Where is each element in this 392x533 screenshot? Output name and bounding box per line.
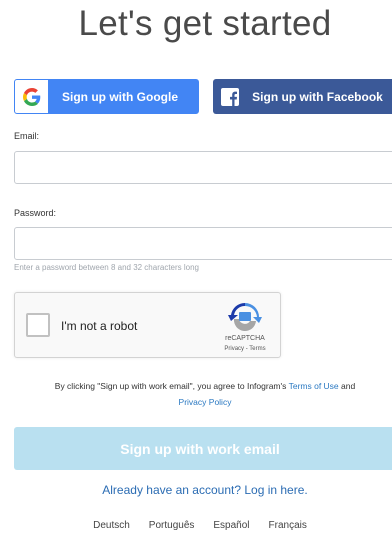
password-field[interactable] <box>14 227 392 260</box>
language-portugues[interactable]: Português <box>149 520 195 531</box>
recaptcha-widget: I'm not a robot reCAPTCHA Privacy - Term… <box>14 292 281 358</box>
privacy-policy-link[interactable]: Privacy Policy <box>179 397 232 407</box>
terms-text: By clicking "Sign up with work email", y… <box>54 381 289 391</box>
recaptcha-privacy-link[interactable]: Privacy <box>224 346 244 352</box>
google-signup-button[interactable]: Sign up with Google <box>14 79 199 114</box>
email-label: Email: <box>14 131 40 141</box>
terms-notice: By clicking "Sign up with work email", y… <box>24 378 386 410</box>
signup-work-email-button[interactable]: Sign up with work email <box>14 427 392 470</box>
terms-of-use-link[interactable]: Terms of Use <box>289 381 339 391</box>
email-field[interactable] <box>14 151 392 184</box>
language-francais[interactable]: Français <box>269 520 307 531</box>
facebook-signup-label: Sign up with Facebook <box>252 89 383 104</box>
login-link[interactable]: Already have an account? Log in here. <box>0 483 392 497</box>
google-icon <box>15 80 48 113</box>
google-signup-label: Sign up with Google <box>62 89 178 104</box>
recaptcha-checkbox[interactable] <box>26 313 50 337</box>
signup-page: Let's get started Sign up with Google Si… <box>0 0 392 533</box>
facebook-signup-button[interactable]: Sign up with Facebook <box>213 79 392 114</box>
password-hint: Enter a password between 8 and 32 charac… <box>14 263 200 272</box>
terms-and-text: and <box>338 381 356 391</box>
recaptcha-links: Privacy - Terms <box>215 346 275 352</box>
recaptcha-label: I'm not a robot <box>61 319 138 333</box>
recaptcha-brand: reCAPTCHA <box>225 335 265 342</box>
facebook-icon <box>221 87 239 106</box>
language-deutsch[interactable]: Deutsch <box>93 520 130 531</box>
recaptcha-terms-link[interactable]: Terms <box>249 346 265 352</box>
language-selector: Deutsch Português Español Français <box>0 520 392 531</box>
password-label: Password: <box>14 208 57 218</box>
page-title: Let's get started <box>78 4 332 43</box>
language-espanol[interactable]: Español <box>213 520 249 531</box>
recaptcha-logo-icon <box>228 303 262 332</box>
